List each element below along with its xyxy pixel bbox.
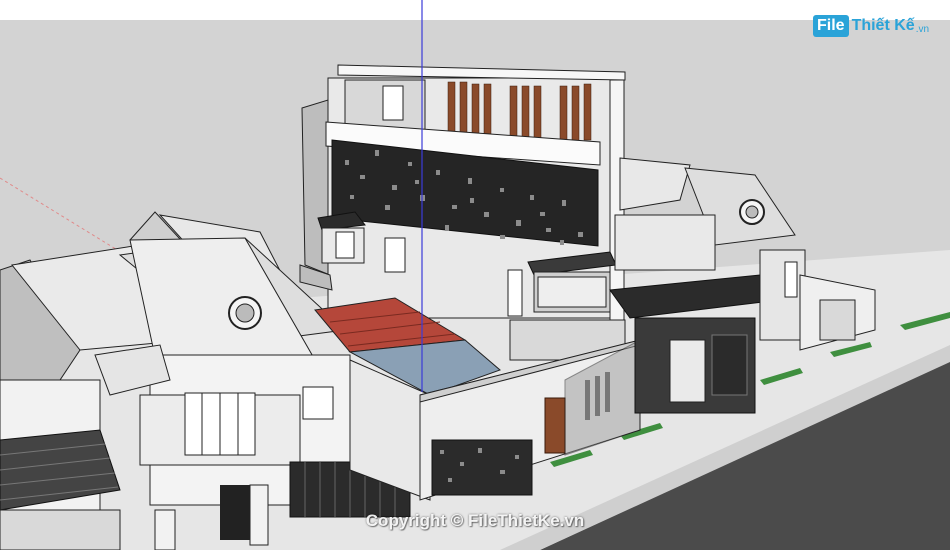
3d-model-viewport[interactable]: File Thiết Kế .vn Copyright © FileThietK… — [0, 0, 950, 550]
top-strip — [0, 0, 950, 20]
logo-brand-text: Thiết Kế — [851, 17, 915, 34]
copyright-watermark: Copyright © FileThietKe.vn — [365, 511, 585, 530]
logo-file-text: File — [813, 15, 849, 37]
filethietke-logo: File Thiết Kế .vn — [813, 12, 929, 40]
logo-tld-text: .vn — [915, 23, 930, 35]
sketchup-scene — [0, 0, 950, 550]
